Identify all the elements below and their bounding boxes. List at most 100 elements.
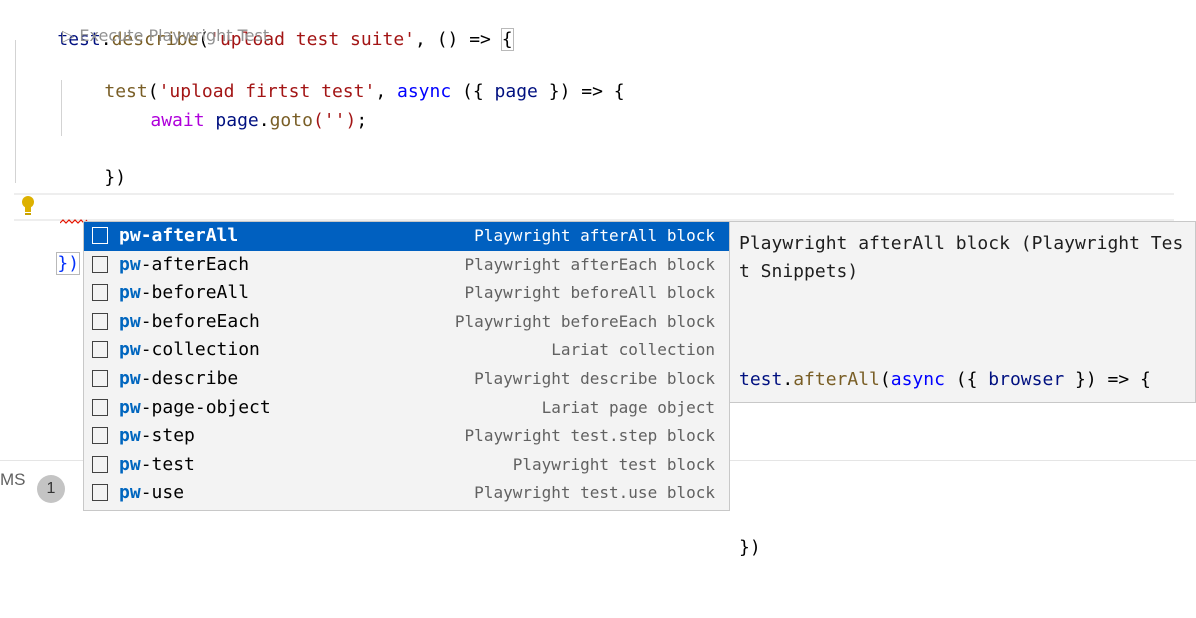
suggest-item-rest: -beforeEach (140, 310, 260, 332)
token: , (415, 29, 437, 50)
token: }) (104, 167, 127, 188)
token: test (739, 369, 783, 390)
execute-test-codelens[interactable]: ▷ Execute Playwright Test (62, 24, 269, 48)
code-line-5[interactable]: }) (61, 136, 126, 188)
snippet-icon (92, 455, 108, 473)
suggest-match-highlight: pw (119, 253, 141, 275)
panel-label[interactable]: MS (0, 470, 26, 490)
suggest-item-label: pw-afterEach (119, 251, 249, 280)
suggest-item-detail: Playwright beforeEach block (454, 311, 715, 331)
token: . (258, 110, 270, 131)
token: . (782, 369, 794, 390)
details-description: Playwright afterAll block (Playwright Te… (739, 233, 1184, 282)
token: , (375, 81, 397, 102)
suggest-item-detail: Playwright afterEach block (464, 254, 715, 274)
token: afterAll (793, 369, 880, 390)
token: }) => { (537, 81, 625, 102)
suggest-item-label: pw-page-object (119, 394, 271, 423)
token: ('') (312, 110, 357, 131)
suggest-match-highlight: pw (119, 282, 141, 304)
code-line-8[interactable]: }) (14, 222, 81, 275)
token: }) (739, 537, 761, 558)
suggest-item-rest: -test (140, 453, 195, 475)
suggest-match-highlight: pw (119, 367, 141, 389)
snippet-icon (92, 427, 108, 445)
suggest-item[interactable]: pw-describe Playwright describe block (84, 365, 729, 394)
token: }) (56, 252, 81, 275)
suggest-item[interactable]: pw-beforeAll Playwright beforeAll block (84, 279, 729, 308)
suggest-item-detail: Playwright test block (512, 454, 715, 474)
token: page (494, 81, 538, 102)
snippet-icon (92, 341, 108, 359)
suggest-item-rest: -page-object (140, 396, 271, 418)
suggest-item-rest: -afterAll (140, 225, 239, 246)
suggest-item-label: pw-collection (119, 336, 260, 365)
suggest-item[interactable]: pw-step Playwright test.step block (84, 422, 729, 451)
code-line-7[interactable]: pw (61, 194, 126, 246)
suggest-item-detail: Playwright beforeAll block (464, 283, 715, 303)
suggest-item[interactable]: pw-use Playwright test.use block (84, 479, 729, 508)
token: }) => { (1064, 369, 1151, 390)
suggest-match-highlight: pw (119, 225, 141, 246)
suggest-item-rest: -collection (140, 339, 260, 361)
suggest-item[interactable]: pw-test Playwright test block (84, 451, 729, 480)
suggest-match-highlight: pw (119, 482, 141, 504)
token: await (150, 110, 205, 131)
suggest-item-label: pw-test (119, 451, 195, 480)
suggest-match-highlight: pw (119, 453, 141, 475)
token: { (500, 28, 514, 51)
snippet-icon (92, 312, 108, 330)
token: browser (988, 369, 1065, 390)
suggest-match-highlight: pw (119, 396, 141, 418)
suggest-list[interactable]: pw-afterAll Playwright afterAll block pw-a… (84, 222, 729, 508)
suggest-item-label: pw-step (119, 422, 195, 451)
suggest-item-label: pw-beforeEach (119, 308, 260, 337)
suggest-match-highlight: pw (119, 339, 141, 361)
suggest-item-detail: Lariat collection (551, 340, 715, 360)
suggest-item-rest: -afterEach (140, 253, 250, 275)
suggest-widget[interactable]: pw-afterAll Playwright afterAll block pw-a… (83, 221, 730, 511)
suggest-item[interactable]: pw-page-object Lariat page object (84, 394, 729, 423)
snippet-icon (92, 284, 108, 302)
lightbulb-icon[interactable] (19, 194, 37, 218)
token: ( (879, 369, 891, 390)
suggest-item-label: pw-afterAll (119, 222, 238, 251)
suggest-item[interactable]: pw-afterAll Playwright afterAll block (84, 222, 729, 251)
suggest-item-detail: Playwright afterAll block (474, 226, 715, 245)
code-line-2[interactable]: test('upload firtst test', async ({ page… (61, 50, 624, 102)
token: ; (356, 110, 368, 131)
token: async (890, 369, 945, 390)
code-line-3[interactable]: await page.goto(''); (107, 79, 367, 131)
suggest-item-label: pw-use (119, 479, 184, 508)
suggest-details: Playwright afterAll block (Playwright Te… (730, 221, 1196, 558)
current-line-highlight (14, 193, 1174, 221)
token: page (215, 110, 259, 131)
suggest-item-label: pw-beforeAll (119, 279, 249, 308)
snippet-icon (92, 369, 108, 387)
suggest-item-rest: -use (140, 482, 185, 504)
token: async (397, 81, 452, 102)
snippet-icon (92, 398, 108, 416)
suggest-item[interactable]: pw-beforeEach Playwright beforeEach block (84, 308, 729, 337)
suggest-match-highlight: pw (119, 310, 141, 332)
token: ({ (955, 369, 989, 390)
suggest-item-label: pw-describe (119, 365, 238, 394)
count-badge: 1 (37, 475, 65, 503)
details-code: test.afterAll(async ({ browser }) => { }… (739, 310, 1151, 618)
snippet-icon (92, 255, 108, 273)
suggest-item[interactable]: pw-collection Lariat collection (84, 336, 729, 365)
suggest-item-rest: -describe (140, 367, 239, 389)
suggest-match-highlight: pw (119, 425, 141, 447)
suggest-item-detail: Playwright test.use block (474, 483, 715, 503)
suggest-item-detail: Lariat page object (541, 397, 715, 417)
code-line-1[interactable]: test.describe('upload test suite', () =>… (14, 0, 514, 51)
snippet-icon (92, 227, 108, 244)
suggest-item[interactable]: pw-afterEach Playwright afterEach block (84, 251, 729, 280)
suggest-item-rest: -beforeAll (140, 282, 250, 304)
snippet-icon (92, 484, 108, 502)
token: () => (436, 29, 502, 50)
token: goto (269, 110, 313, 131)
